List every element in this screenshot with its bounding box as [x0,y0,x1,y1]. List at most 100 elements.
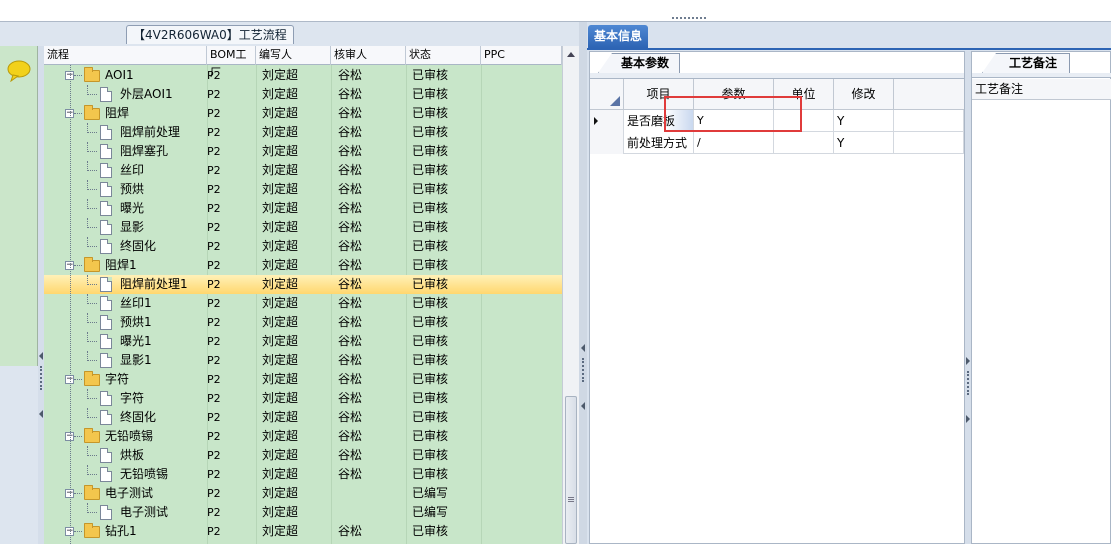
table-row[interactable]: 显影1 P2 刘定超 谷松 已审核 [44,351,562,370]
tab-strip [972,73,1111,78]
table-row[interactable]: 终固化 P2 刘定超 谷松 已审核 [44,237,562,256]
column-header-bom-plant[interactable]: BOM工厂 [207,46,256,79]
document-icon [100,201,112,216]
tab-process-notes[interactable]: 工艺备注 [982,53,1070,73]
table-row[interactable]: 曝光 P2 刘定超 谷松 已审核 [44,199,562,218]
row-selector[interactable] [590,132,624,154]
process-notes-panel [971,51,1111,544]
current-row-indicator-icon [594,117,598,125]
table-row[interactable]: 阻焊前处理 P2 刘定超 谷松 已审核 [44,123,562,142]
table-row[interactable]: 曝光1 P2 刘定超 谷松 已审核 [44,332,562,351]
folder-icon [84,523,100,538]
splitter-grip[interactable] [967,371,969,395]
collapse-right-arrow-icon[interactable] [966,357,970,365]
table-row[interactable]: 显影 P2 刘定超 谷松 已审核 [44,218,562,237]
cell-bom-plant: P2 [207,525,221,538]
row-selector-header[interactable] [590,79,624,110]
table-row[interactable]: 终固化 P2 刘定超 谷松 已审核 [44,408,562,427]
cell-reviewer: 谷松 [338,201,363,215]
param-cell-unit[interactable] [774,132,834,154]
cell-reviewer: 谷松 [338,524,363,538]
cell-flow-name: 无铅喷锡 [120,467,169,481]
table-row[interactable]: − 无铅喷锡 P2 刘定超 谷松 已审核 [44,427,562,446]
table-row[interactable]: − 字符 P2 刘定超 谷松 已审核 [44,370,562,389]
table-row[interactable]: 外层AOI1 P2 刘定超 谷松 已审核 [44,85,562,104]
folder-icon [84,371,100,386]
folder-icon [84,428,100,443]
column-header-status[interactable]: 状态 [406,46,481,65]
cell-bom-plant: P2 [207,221,221,234]
cell-flow-name: 字符 [105,372,130,386]
collapse-left-arrow-icon[interactable] [39,410,43,418]
document-icon [100,353,112,368]
table-row[interactable]: 无铅喷锡 P2 刘定超 谷松 已审核 [44,465,562,484]
cell-status: 已审核 [412,448,449,462]
cell-status: 已审核 [412,201,449,215]
collapse-left-arrow-icon[interactable] [581,344,585,352]
param-cell-modify[interactable]: Y [834,110,894,132]
process-notes-column-header[interactable]: 工艺备注 [972,79,1111,100]
cell-bom-plant: P2 [207,278,221,291]
cell-reviewer: 谷松 [338,467,363,481]
param-row[interactable]: 前处理方式 / Y [590,132,964,154]
cell-author: 刘定超 [262,372,299,386]
folder-icon [84,67,100,82]
document-icon [100,391,112,406]
cell-bom-plant: P2 [207,354,221,367]
table-row[interactable]: 烘板 P2 刘定超 谷松 已审核 [44,446,562,465]
tab-basic-params[interactable]: 基本参数 [598,53,681,73]
splitter-grip[interactable] [40,366,42,390]
param-cell-modify[interactable]: Y [834,132,894,154]
cell-status: 已审核 [412,87,449,101]
cell-author: 刘定超 [262,258,299,272]
column-header-flow[interactable]: 流程 [44,46,207,65]
document-icon [100,163,112,178]
tab-basic-info[interactable]: 基本信息 [588,25,649,48]
splitter-grip[interactable] [672,17,706,21]
table-row[interactable]: 预烘1 P2 刘定超 谷松 已审核 [44,313,562,332]
table-row[interactable]: 阻焊塞孔 P2 刘定超 谷松 已审核 [44,142,562,161]
table-row[interactable]: − 阻焊1 P2 刘定超 谷松 已审核 [44,256,562,275]
document-icon [100,277,112,292]
param-cell-item[interactable]: 前处理方式 [624,132,694,154]
table-row[interactable]: 丝印 P2 刘定超 谷松 已审核 [44,161,562,180]
table-row[interactable]: − 电子测试 P2 刘定超 已编写 [44,484,562,503]
collapse-left-arrow-icon[interactable] [39,352,43,360]
column-header-author[interactable]: 编写人 [256,46,331,65]
process-flow-title-tab[interactable]: 【4V2R606WA0】工艺流程 [126,25,294,44]
table-row[interactable]: − 阻焊 P2 刘定超 谷松 已审核 [44,104,562,123]
cell-reviewer: 谷松 [338,106,363,120]
table-row[interactable]: 字符 P2 刘定超 谷松 已审核 [44,389,562,408]
table-row[interactable]: 预烘 P2 刘定超 谷松 已审核 [44,180,562,199]
collapse-right-arrow-icon[interactable] [966,415,970,423]
table-row[interactable]: − 钻孔1 P2 刘定超 谷松 已审核 [44,522,562,541]
cell-status: 已编写 [412,486,449,500]
scroll-up-icon[interactable] [567,52,575,57]
table-row[interactable]: 丝印1 P2 刘定超 谷松 已审核 [44,294,562,313]
cell-author: 刘定超 [262,163,299,177]
column-header-reviewer[interactable]: 核审人 [331,46,406,65]
document-icon [100,410,112,425]
cell-bom-plant: P2 [207,107,221,120]
chat-bubble-icon[interactable] [7,60,31,82]
cell-author: 刘定超 [262,182,299,196]
collapse-left-arrow-icon[interactable] [581,402,585,410]
splitter-grip[interactable] [582,358,584,382]
row-selector[interactable] [590,110,624,132]
middle-splitter[interactable] [579,22,587,544]
cell-status: 已编写 [412,505,449,519]
cell-flow-name: 字符 [120,391,145,405]
table-row[interactable]: − AOI1 P2 刘定超 谷松 已审核 [44,66,562,85]
scrollbar-thumb[interactable] [565,396,577,544]
grid-vertical-scrollbar[interactable] [562,46,579,544]
table-row[interactable]: 阻焊前处理1 P2 刘定超 谷松 已审核 [44,275,562,294]
cell-status: 已审核 [412,68,449,82]
param-cell-value[interactable]: / [694,132,774,154]
column-header-ppc[interactable]: PPC [481,46,562,65]
cell-flow-name: 预烘1 [120,315,152,329]
column-header-modify[interactable]: 修改 [834,79,894,110]
cell-reviewer: 谷松 [338,315,363,329]
cell-reviewer: 谷松 [338,391,363,405]
cell-status: 已审核 [412,353,449,367]
table-row[interactable]: 电子测试 P2 刘定超 已编写 [44,503,562,522]
